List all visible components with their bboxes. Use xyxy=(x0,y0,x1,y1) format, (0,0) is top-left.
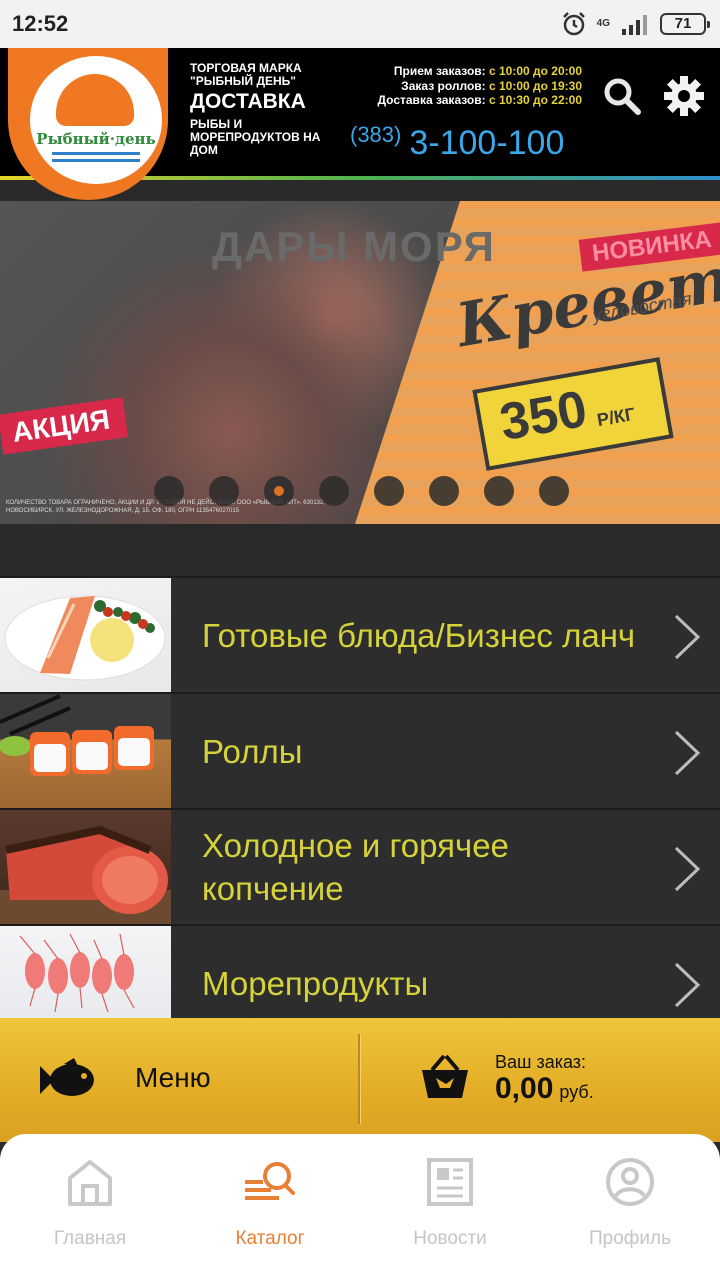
catalog-item-rolls[interactable]: Роллы xyxy=(0,692,720,808)
carousel-dot[interactable] xyxy=(484,476,514,506)
alarm-icon xyxy=(562,12,585,36)
working-hours: Прием заказов: с 10:00 до 20:00 Заказ ро… xyxy=(377,64,582,108)
hours-row: Заказ роллов: с 10:00 до 19:30 xyxy=(401,78,582,93)
chevron-right-icon xyxy=(674,846,701,892)
search-button[interactable] xyxy=(600,74,644,118)
tab-label: Профиль xyxy=(588,1228,672,1249)
carousel-dot[interactable] xyxy=(374,476,404,506)
menu-button[interactable]: Меню xyxy=(0,1018,356,1142)
phone-code: (383) xyxy=(350,122,402,147)
catalog-thumb xyxy=(0,810,171,924)
tab-profile[interactable]: Профиль xyxy=(540,1134,720,1280)
tab-home[interactable]: Главная xyxy=(0,1134,180,1280)
chevron-right-icon xyxy=(674,730,701,776)
carousel-dot[interactable] xyxy=(539,476,569,506)
catalog-item-smoked[interactable]: Холодное и горячее копчение xyxy=(0,808,720,924)
hours-row: Прием заказов: с 10:00 до 20:00 xyxy=(393,64,582,78)
divider xyxy=(358,1034,361,1124)
tab-label: Каталог xyxy=(235,1228,305,1249)
banner-title: ДАРЫ МОРЯ xyxy=(212,223,496,270)
catalog-thumb xyxy=(0,694,171,808)
status-time: 12:52 xyxy=(12,11,69,36)
tab-catalog[interactable]: Каталог xyxy=(180,1134,360,1280)
catalog-item-seafood[interactable]: Морепродукты xyxy=(0,924,720,1020)
catalog-thumb xyxy=(0,578,171,692)
status-icons: 4G 71 xyxy=(561,10,710,38)
signal-icon xyxy=(622,15,647,35)
catalog-item-ready-meals[interactable]: Готовые блюда/Бизнес ланч xyxy=(0,576,720,692)
carousel-dots xyxy=(154,476,569,506)
home-icon xyxy=(68,1160,112,1206)
brand-tagline: ТОРГОВАЯ МАРКА "РЫБНЫЙ ДЕНЬ" xyxy=(190,61,302,88)
order-button[interactable]: Ваш заказ: 0,00 руб. xyxy=(362,1018,720,1142)
action-bar: Меню Ваш заказ: 0,00 руб. xyxy=(0,1018,720,1142)
carousel-dot[interactable] xyxy=(319,476,349,506)
catalog-search-icon xyxy=(245,1162,295,1200)
news-icon xyxy=(427,1158,473,1206)
tab-news[interactable]: Новости xyxy=(360,1134,540,1280)
network-type: 4G xyxy=(596,18,610,29)
phone-number: 3-100-100 xyxy=(409,124,565,162)
tab-label: Новости xyxy=(413,1228,487,1249)
logo-text: Рыбный·день xyxy=(36,130,156,148)
search-icon xyxy=(604,78,641,115)
bottom-nav: Главная Каталог Новости Профиль xyxy=(0,1134,720,1280)
catalog-item-label: Готовые блюда/Бизнес ланч xyxy=(202,616,636,654)
hours-row: Доставка заказов: с 10:30 до 22:00 xyxy=(377,93,582,107)
tab-label: Главная xyxy=(53,1228,127,1249)
order-currency: руб. xyxy=(559,1082,594,1102)
order-title: Ваш заказ: xyxy=(495,1052,587,1072)
brand-logo[interactable]: Рыбный·день xyxy=(0,48,172,200)
logo-fish-icon xyxy=(56,74,134,126)
menu-label: Меню xyxy=(135,1062,211,1093)
chevron-right-icon xyxy=(674,614,701,660)
profile-icon xyxy=(606,1158,654,1206)
fish-icon xyxy=(40,1058,94,1096)
carousel-dot[interactable] xyxy=(209,476,239,506)
catalog-thumb xyxy=(0,926,171,1020)
carousel-dot-active[interactable] xyxy=(264,476,294,506)
status-bar: 12:52 4G 71 xyxy=(0,0,720,48)
battery-icon: 71 xyxy=(660,13,710,35)
order-total: 0,00 руб. xyxy=(495,1072,594,1105)
carousel-dot[interactable] xyxy=(429,476,459,506)
logo-waves-icon xyxy=(52,152,140,162)
logo-inner: Рыбный·день xyxy=(30,56,162,184)
brand-heading: ДОСТАВКА xyxy=(190,90,306,113)
brand-description: РЫБЫ И МОРЕПРОДУКТОВ НА ДОМ xyxy=(190,117,321,157)
promo-banner[interactable]: ДАРЫ МОРЯ НОВИНКА Креветка угловостая 35… xyxy=(0,201,720,524)
chevron-right-icon xyxy=(674,962,701,1008)
logo-badge: Рыбный·день xyxy=(8,48,168,200)
catalog-item-label: Холодное и горячее копчение xyxy=(202,827,509,907)
carousel-dot[interactable] xyxy=(154,476,184,506)
basket-icon xyxy=(422,1054,468,1098)
gear-icon xyxy=(664,76,704,116)
catalog-list: Готовые блюда/Бизнес ланч Роллы Холодное… xyxy=(0,576,720,1020)
phone-link[interactable]: (383) 3-100-100 xyxy=(350,122,564,163)
settings-button[interactable] xyxy=(662,74,706,118)
catalog-item-label: Роллы xyxy=(202,732,303,770)
